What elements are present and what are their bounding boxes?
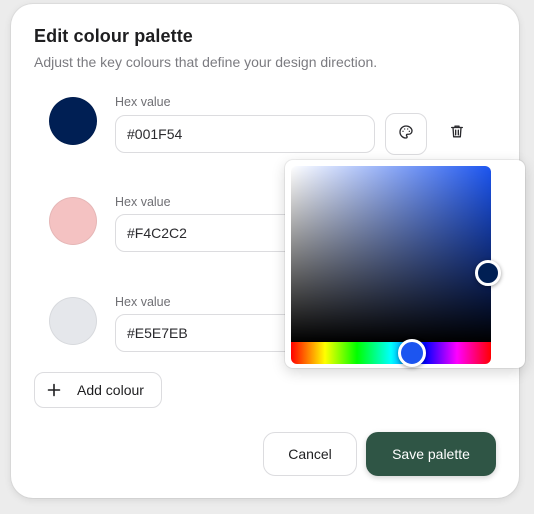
colour-swatch[interactable] bbox=[49, 97, 97, 145]
save-palette-button[interactable]: Save palette bbox=[366, 432, 496, 476]
trash-icon bbox=[449, 123, 465, 145]
palette-icon bbox=[398, 124, 414, 145]
colour-swatch[interactable] bbox=[49, 297, 97, 345]
delete-colour-button[interactable] bbox=[445, 122, 469, 146]
hex-label: Hex value bbox=[115, 195, 171, 209]
hex-label: Hex value bbox=[115, 95, 171, 109]
hue-slider-handle[interactable] bbox=[398, 339, 426, 367]
cancel-button[interactable]: Cancel bbox=[263, 432, 357, 476]
colour-picker-button[interactable] bbox=[385, 113, 427, 155]
dialog-title: Edit colour palette bbox=[34, 26, 193, 46]
plus-icon bbox=[47, 383, 61, 397]
hue-slider[interactable] bbox=[291, 342, 491, 364]
hex-input[interactable] bbox=[115, 115, 375, 153]
colour-swatch[interactable] bbox=[49, 197, 97, 245]
saturation-value-handle[interactable] bbox=[475, 260, 501, 286]
dialog-subtitle: Adjust the key colours that define your … bbox=[34, 54, 378, 70]
hex-label: Hex value bbox=[115, 295, 171, 309]
colour-picker-popover bbox=[285, 160, 525, 368]
add-colour-label: Add colour bbox=[77, 382, 144, 398]
add-colour-button[interactable]: Add colour bbox=[34, 372, 162, 408]
saturation-value-area[interactable] bbox=[291, 166, 491, 342]
